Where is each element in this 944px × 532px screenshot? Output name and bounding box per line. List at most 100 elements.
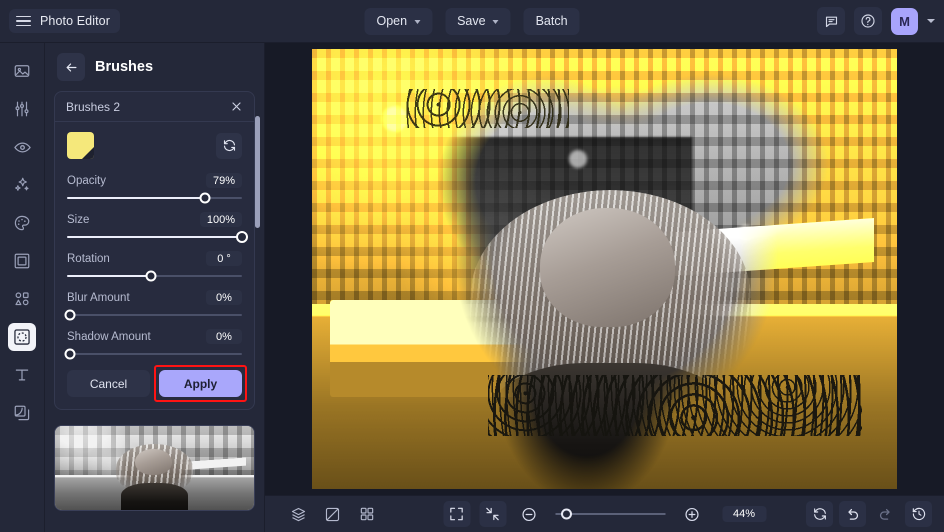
avatar[interactable]: M	[891, 7, 918, 35]
slider-track[interactable]	[67, 192, 242, 204]
history-button[interactable]	[905, 501, 932, 527]
thumb-head	[135, 448, 172, 476]
slider-header: Rotation 0 °	[67, 251, 242, 266]
chevron-down-icon	[492, 19, 499, 24]
sidebar-item-frames[interactable]	[8, 247, 36, 275]
shapes-icon	[15, 292, 29, 306]
zoom-in-button[interactable]	[678, 501, 705, 527]
slider-value[interactable]: 0%	[206, 290, 242, 305]
apply-button-wrapper: Apply	[154, 365, 247, 402]
slider-track[interactable]	[64, 309, 242, 321]
zoom-slider-thumb[interactable]	[560, 508, 572, 520]
close-icon[interactable]	[230, 100, 243, 113]
compare-split-icon	[325, 507, 340, 521]
eye-icon	[13, 142, 31, 152]
grid-button[interactable]	[353, 501, 380, 527]
grid-icon	[360, 507, 373, 521]
slider-label: Rotation	[67, 252, 110, 265]
shrink-button[interactable]	[479, 501, 506, 527]
sidebar-item-layers[interactable]	[8, 399, 36, 427]
zoom-slider-track[interactable]	[555, 508, 665, 520]
sidebar-item-effects[interactable]	[8, 171, 36, 199]
sidebar-item-shapes[interactable]	[8, 285, 36, 313]
undo-button[interactable]	[839, 501, 866, 527]
app-menu-button[interactable]: Photo Editor	[9, 9, 120, 33]
tool-rail	[0, 43, 45, 532]
top-center-actions: Open Save Batch	[364, 7, 580, 35]
sidebar-item-text[interactable]	[8, 361, 36, 389]
sidebar-item-paint[interactable]	[8, 209, 36, 237]
cancel-button[interactable]: Cancel	[67, 370, 150, 397]
slider-thumb[interactable]	[236, 231, 248, 243]
history-clock-icon	[912, 507, 925, 521]
brush-speckle-top	[405, 88, 570, 129]
sidebar-item-retouch[interactable]	[8, 133, 36, 161]
sidebar-item-adjust[interactable]	[8, 95, 36, 123]
reset-button[interactable]	[806, 501, 833, 527]
reset-brush-button[interactable]	[216, 132, 242, 159]
bottom-left-tools	[285, 501, 380, 527]
comment-icon	[825, 16, 837, 27]
apply-button[interactable]: Apply	[159, 370, 242, 397]
slider-blur-amount: Blur Amount 0%	[64, 290, 242, 321]
slider-thumb[interactable]	[145, 270, 157, 282]
canvas-area[interactable]	[265, 43, 944, 495]
slider-track[interactable]	[67, 231, 248, 243]
batch-button[interactable]: Batch	[523, 7, 580, 35]
photo-editor-app: Photo Editor Open Save Batch M Brushes B…	[0, 0, 944, 532]
card-actions: Cancel Apply	[67, 365, 247, 402]
color-swatch[interactable]	[67, 132, 94, 159]
brush-settings-card: Brushes 2 Opacity 79% Size 100% Rotation…	[54, 91, 255, 410]
refresh-icon	[223, 139, 235, 152]
slider-label: Blur Amount	[67, 291, 130, 304]
card-title: Brushes 2	[66, 99, 121, 114]
layers-icon	[291, 507, 306, 521]
save-button[interactable]: Save	[445, 7, 511, 35]
slider-header: Size 100%	[67, 212, 242, 227]
slider-track[interactable]	[67, 270, 242, 282]
slider-value[interactable]: 100%	[199, 212, 242, 227]
top-right-actions: M	[817, 7, 935, 35]
app-title: Photo Editor	[40, 14, 110, 28]
card-body: Opacity 79% Size 100% Rotation 0 ° Blur …	[55, 122, 254, 409]
compare-button[interactable]	[319, 501, 346, 527]
thumb-body	[121, 483, 188, 510]
save-label: Save	[457, 14, 486, 28]
sparkles-icon	[15, 177, 29, 191]
zoom-controls: 44%	[443, 501, 766, 527]
hamburger-icon	[16, 15, 31, 27]
slider-thumb[interactable]	[64, 309, 76, 321]
slider-track[interactable]	[64, 348, 242, 360]
back-button[interactable]	[57, 53, 85, 81]
chevron-down-icon	[414, 19, 421, 24]
chevron-down-icon[interactable]	[927, 19, 935, 23]
panel-scrollbar[interactable]	[255, 116, 260, 228]
canvas-column: 44%	[265, 43, 944, 532]
app-body: Brushes Brushes 2 Opacity 79% Size 100% …	[0, 43, 944, 532]
help-button[interactable]	[854, 7, 882, 35]
slider-value[interactable]: 0%	[206, 329, 242, 344]
sidebar-item-image[interactable]	[8, 57, 36, 85]
slider-thumb[interactable]	[199, 192, 211, 204]
fit-screen-button[interactable]	[443, 501, 470, 527]
collapse-arrows-icon	[486, 507, 499, 521]
sliders-icon	[15, 101, 29, 117]
thumb-portrait	[115, 444, 195, 510]
redo-button[interactable]	[872, 501, 899, 527]
zoom-out-button[interactable]	[515, 501, 542, 527]
slider-value[interactable]: 0 °	[206, 251, 242, 266]
sidebar-item-brushes[interactable]	[8, 323, 36, 351]
zoom-level-value[interactable]: 44%	[722, 506, 766, 522]
slider-header: Opacity 79%	[67, 173, 242, 188]
plus-circle-icon	[684, 507, 699, 521]
brushes-panel: Brushes Brushes 2 Opacity 79% Size 100% …	[45, 43, 265, 532]
open-button[interactable]: Open	[364, 7, 433, 35]
artboard[interactable]	[312, 49, 897, 489]
preview-thumbnail[interactable]	[54, 425, 255, 511]
slider-thumb[interactable]	[64, 348, 76, 360]
layers-button[interactable]	[285, 501, 312, 527]
slider-label: Shadow Amount	[67, 330, 151, 343]
slider-value[interactable]: 79%	[205, 173, 242, 188]
feedback-button[interactable]	[817, 7, 845, 35]
undo-icon	[848, 508, 859, 520]
